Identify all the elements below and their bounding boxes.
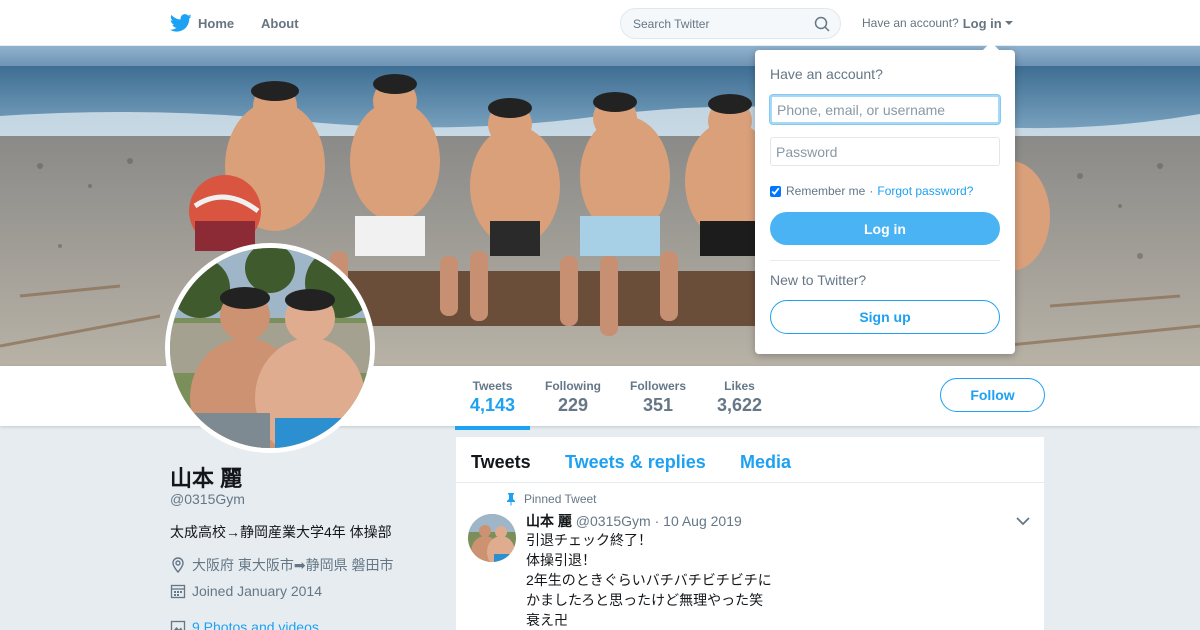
signup-button[interactable]: Sign up xyxy=(770,300,1000,334)
twitter-bird-icon xyxy=(170,14,192,32)
remember-row: Remember me · Forgot password? xyxy=(770,184,973,198)
photo-icon xyxy=(170,620,186,630)
login-dropdown-title: Have an account? xyxy=(770,66,883,82)
search-input[interactable] xyxy=(621,9,801,38)
caret-down-icon xyxy=(1004,21,1013,25)
stat-followers-label: Followers xyxy=(630,379,687,393)
tweet-text-line: かましたろと思ったけど無理やった笑 xyxy=(526,592,764,608)
timeline-tabs: Tweets Tweets & replies Media xyxy=(456,437,1044,483)
tweet-text-line: 衰え卍 xyxy=(526,612,568,628)
pinned-label: Pinned Tweet xyxy=(524,492,597,506)
tab-media[interactable]: Media xyxy=(740,452,791,473)
stat-tweets-value: 4,143 xyxy=(470,395,516,415)
top-navigation: Home About Have an account? Log in xyxy=(0,0,1200,46)
stat-tweets[interactable]: Tweets 4,143 xyxy=(454,379,531,430)
tweet-separator: · xyxy=(654,513,660,529)
calendar-icon xyxy=(170,584,186,599)
dropdown-divider xyxy=(770,260,1000,261)
tweet-text-line: 体操引退！ xyxy=(526,552,596,568)
have-account-area: Have an account? Log in xyxy=(862,0,1013,46)
tab-tweets-replies[interactable]: Tweets & replies xyxy=(565,452,706,473)
stat-likes[interactable]: Likes 3,622 xyxy=(717,379,762,416)
login-dropdown: Have an account? Remember me · Forgot pa… xyxy=(755,42,1015,354)
new-to-twitter-text: New to Twitter? xyxy=(770,272,867,288)
pinned-tweet[interactable]: Pinned Tweet 山本 麗 @0315Gym · 10 Aug 2019… xyxy=(456,484,1044,630)
profile-name: 山本 麗 xyxy=(170,466,243,491)
tab-tweets[interactable]: Tweets xyxy=(471,452,531,473)
search-icon[interactable] xyxy=(814,16,830,32)
stat-followers[interactable]: Followers 351 xyxy=(630,379,686,416)
login-button[interactable]: Log in xyxy=(770,212,1000,245)
profile-location-text: 大阪府 東大阪市➡静岡県 磐田市 xyxy=(192,557,394,573)
login-dropdown-toggle[interactable]: Log in xyxy=(963,16,1013,31)
pin-icon xyxy=(507,493,515,506)
tweet-author-handle[interactable]: @0315Gym xyxy=(576,513,651,529)
stat-likes-value: 3,622 xyxy=(717,395,763,415)
nav-home-link[interactable]: Home xyxy=(170,0,234,46)
follow-button[interactable]: Follow xyxy=(940,378,1045,412)
stat-following-label: Following xyxy=(545,379,601,393)
location-pin-icon xyxy=(172,557,184,573)
pinned-indicator: Pinned Tweet xyxy=(504,492,597,506)
remember-me-label[interactable]: Remember me xyxy=(786,184,865,198)
password-input[interactable] xyxy=(770,137,1000,166)
stat-followers-value: 351 xyxy=(642,395,674,415)
nav-home-label: Home xyxy=(198,15,235,31)
login-link-label: Log in xyxy=(962,15,1002,31)
tweet-header: 山本 麗 @0315Gym · 10 Aug 2019 xyxy=(526,511,742,531)
tweet-text-line: 2年生のときぐらいバチバチビチビチに xyxy=(526,572,772,588)
profile-joined: Joined January 2014 xyxy=(170,583,322,599)
tweet-text-line: 引退チェック終了！ xyxy=(526,532,652,548)
tweet-author-name[interactable]: 山本 麗 xyxy=(526,513,572,529)
stat-following[interactable]: Following 229 xyxy=(545,379,601,416)
stat-tweets-label: Tweets xyxy=(472,379,513,393)
timeline: Tweets Tweets & replies Media Pinned Twe… xyxy=(456,437,1044,630)
nav-about-link[interactable]: About xyxy=(261,0,299,46)
remember-separator: · xyxy=(869,184,874,198)
search-box xyxy=(620,8,841,39)
have-account-text: Have an account? xyxy=(862,16,959,30)
profile-joined-text: Joined January 2014 xyxy=(192,583,322,599)
tweet-author-avatar[interactable] xyxy=(468,514,516,562)
chevron-down-icon[interactable] xyxy=(1016,516,1030,526)
stat-following-value: 229 xyxy=(557,395,589,415)
photos-videos-label: 9 Photos and videos xyxy=(192,619,319,630)
profile-avatar[interactable] xyxy=(165,243,375,453)
remember-me-checkbox[interactable] xyxy=(770,185,781,197)
forgot-password-link[interactable]: Forgot password? xyxy=(877,184,973,198)
profile-handle[interactable]: @0315Gym xyxy=(170,491,245,507)
tweet-text: 引退チェック終了！ 体操引退！ 2年生のときぐらいバチバチビチビチに かましたろ… xyxy=(526,530,772,630)
profile-location: 大阪府 東大阪市➡静岡県 磐田市 xyxy=(170,555,394,575)
username-input[interactable] xyxy=(770,95,1000,124)
tweet-date[interactable]: 10 Aug 2019 xyxy=(663,513,742,529)
photos-videos-link[interactable]: 9 Photos and videos xyxy=(170,619,319,630)
stat-likes-label: Likes xyxy=(724,379,755,393)
profile-bio: 太成高校→静岡産業大学4年 体操部 xyxy=(170,524,392,540)
